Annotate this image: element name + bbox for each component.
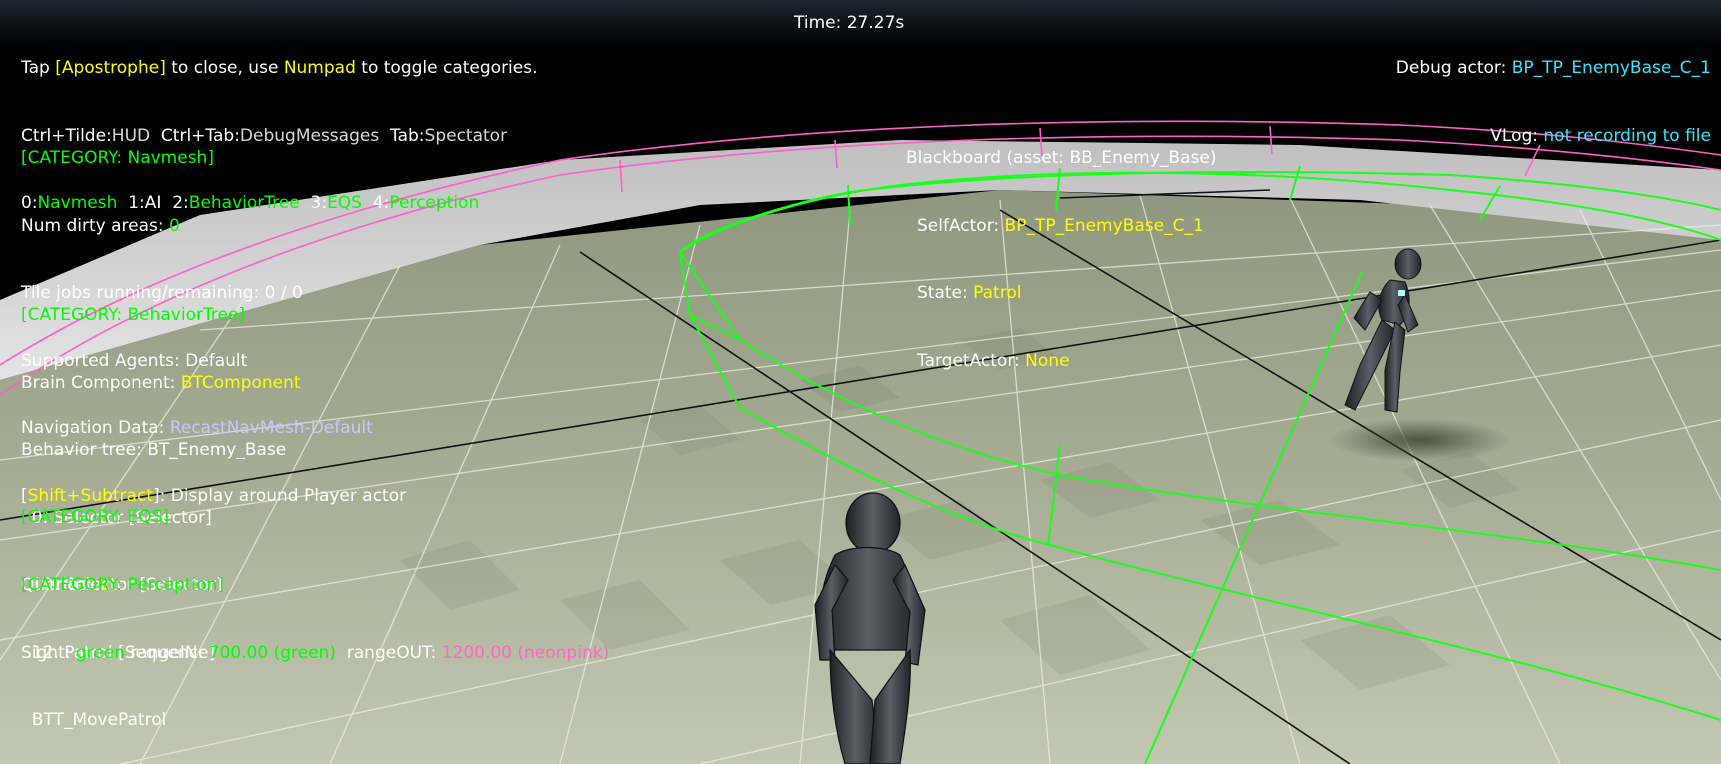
bt-node: BTT_MovePatrol	[21, 710, 167, 730]
behavior-tree-name: Behavior tree: BT_Enemy_Base	[21, 440, 287, 460]
blackboard-entry: State: Patrol	[917, 283, 1022, 303]
debug-actor-value: BP_TP_EnemyBase_C_1	[1511, 58, 1711, 78]
blackboard-entry: SelfActor: BP_TP_EnemyBase_C_1	[917, 215, 1204, 236]
numpad-key[interactable]: Numpad	[284, 58, 356, 78]
vlog-status: not recording to file	[1543, 125, 1711, 146]
vlog-line: VLog: not recording to file	[1490, 125, 1711, 146]
enemy-shadow	[1330, 418, 1510, 462]
category-perception: [CATEGORY: Perception] Sight: green rang…	[21, 529, 609, 687]
category-perception-title: [CATEGORY: Perception]	[21, 575, 224, 595]
navmesh-dirty-areas: Num dirty areas: 0	[21, 215, 180, 236]
brain-component: Brain Component: BTComponent	[21, 372, 301, 393]
category-navmesh-title: [CATEGORY: Navmesh]	[21, 148, 214, 168]
category-eqs-title: [CATEGORY: EQS]	[21, 507, 170, 527]
spectator-toggle[interactable]: Spectator	[425, 126, 508, 146]
blackboard-entry: TargetActor: None	[917, 350, 1070, 371]
hud-debug-info: Debug actor: BP_TP_EnemyBase_C_1 VLog: n…	[1396, 12, 1711, 170]
category-behaviortree-title: [CATEGORY: BehaviorTree]	[21, 305, 246, 325]
blackboard-panel: Blackboard (asset: BB_Enemy_Base) SelfAc…	[906, 102, 1216, 395]
debug-actor-line: Debug actor: BP_TP_EnemyBase_C_1	[1395, 58, 1711, 78]
blackboard-title: Blackboard (asset: BB_Enemy_Base)	[906, 148, 1217, 168]
apostrophe-key[interactable]: [Apostrophe]	[55, 58, 166, 78]
hud-close-hint: Tap [Apostrophe] to close, use Numpad to…	[21, 58, 538, 78]
hud-time: Time: 27.27s	[794, 13, 905, 33]
perception-sight: Sight: green rangeIN: 700.00 (green) ran…	[21, 642, 610, 663]
